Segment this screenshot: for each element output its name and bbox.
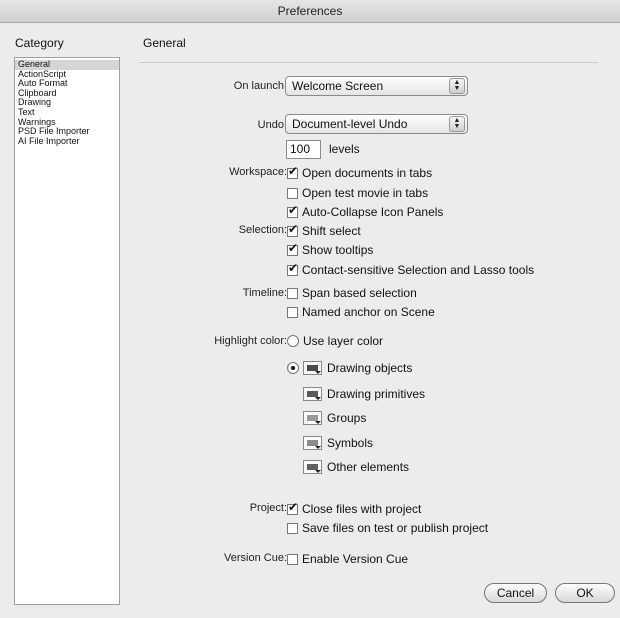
dropdown-arrow-icon — [315, 421, 321, 424]
checkbox-checked[interactable] — [287, 203, 298, 218]
project-label: Project: — [249, 502, 287, 514]
contact-sensitive-option[interactable]: Contact-sensitive Selection and Lasso to… — [287, 261, 535, 277]
undo-label: Undo: — [257, 119, 287, 131]
option-label: Open documents in tabs — [302, 166, 433, 180]
drawing-objects-option[interactable]: Drawing objects — [287, 361, 412, 375]
auto-collapse-icon-panels-option[interactable]: Auto-Collapse Icon Panels — [287, 203, 444, 219]
option-label: Save files on test or publish project — [302, 521, 489, 535]
option-label: Close files with project — [302, 502, 422, 516]
enable-version-cue-option[interactable]: Enable Version Cue — [287, 552, 408, 566]
use-layer-color-option[interactable]: Use layer color — [287, 334, 383, 348]
save-files-on-test-option[interactable]: Save files on test or publish project — [287, 521, 488, 535]
ok-button[interactable]: OK — [555, 583, 615, 603]
groups-option[interactable]: Groups — [303, 411, 366, 425]
on-launch-select[interactable]: Welcome Screen ▲ ▼ — [285, 76, 468, 96]
checkbox[interactable] — [287, 187, 298, 199]
checkbox-checked[interactable] — [287, 241, 298, 256]
option-label: Use layer color — [303, 334, 384, 348]
color-swatch-other-elements[interactable] — [303, 460, 322, 474]
shift-select-option[interactable]: Shift select — [287, 222, 361, 238]
category-item-ai-file-importer[interactable]: AI File Importer — [15, 136, 119, 147]
undo-levels-label: levels — [329, 142, 360, 156]
option-label: Shift select — [302, 224, 361, 238]
symbols-option[interactable]: Symbols — [303, 436, 373, 450]
up-down-arrows-icon: ▲ ▼ — [449, 78, 465, 94]
cancel-button[interactable]: Cancel — [484, 583, 547, 603]
option-label: Open test movie in tabs — [302, 186, 429, 200]
option-label: Symbols — [327, 436, 374, 450]
color-swatch-symbols[interactable] — [303, 436, 322, 450]
timeline-label: Timeline: — [242, 287, 287, 299]
open-test-movie-in-tabs-option[interactable]: Open test movie in tabs — [287, 186, 428, 200]
checkbox[interactable] — [287, 287, 298, 299]
color-swatch-drawing-objects[interactable] — [303, 361, 322, 375]
option-label: Enable Version Cue — [302, 552, 409, 566]
option-label: Drawing objects — [327, 361, 413, 375]
window-title: Preferences — [0, 0, 620, 23]
close-files-with-project-option[interactable]: Close files with project — [287, 500, 422, 516]
checkbox-checked[interactable] — [287, 500, 298, 515]
option-label: Span based selection — [302, 286, 417, 300]
workspace-label: Workspace: — [229, 166, 287, 178]
undo-select[interactable]: Document-level Undo ▲ ▼ — [285, 114, 468, 134]
section-heading: General — [143, 36, 186, 50]
drawing-primitives-option[interactable]: Drawing primitives — [303, 387, 425, 401]
named-anchor-on-scene-option[interactable]: Named anchor on Scene — [287, 305, 435, 319]
on-launch-value: Welcome Screen — [292, 79, 384, 93]
option-label: Drawing primitives — [327, 387, 426, 401]
option-label: Other elements — [327, 460, 410, 474]
highlight-color-label: Highlight color: — [214, 335, 287, 347]
open-documents-in-tabs-option[interactable]: Open documents in tabs — [287, 164, 433, 180]
option-label: Contact-sensitive Selection and Lasso to… — [302, 263, 535, 277]
color-swatch-groups[interactable] — [303, 411, 322, 425]
checkbox-checked[interactable] — [287, 164, 298, 179]
radio-button[interactable] — [287, 335, 299, 347]
other-elements-option[interactable]: Other elements — [303, 460, 409, 474]
checkbox[interactable] — [287, 553, 298, 565]
dropdown-arrow-icon — [315, 470, 321, 473]
option-label: Show tooltips — [302, 243, 374, 257]
checkbox[interactable] — [287, 522, 298, 534]
radio-button-selected[interactable] — [287, 362, 299, 374]
section-separator — [139, 62, 598, 63]
selection-label: Selection: — [238, 224, 287, 236]
version-cue-label: Version Cue: — [224, 552, 287, 564]
undo-value: Document-level Undo — [292, 117, 408, 131]
dropdown-arrow-icon — [315, 446, 321, 449]
checkbox-checked[interactable] — [287, 261, 298, 276]
option-label: Named anchor on Scene — [302, 305, 435, 319]
checkbox[interactable] — [287, 306, 298, 318]
option-label: Auto-Collapse Icon Panels — [302, 205, 444, 219]
color-swatch-drawing-primitives[interactable] — [303, 387, 322, 401]
dropdown-arrow-icon — [315, 397, 321, 400]
checkbox-checked[interactable] — [287, 222, 298, 237]
category-heading: Category — [15, 36, 64, 50]
show-tooltips-option[interactable]: Show tooltips — [287, 241, 374, 257]
option-label: Groups — [327, 411, 367, 425]
undo-levels-input[interactable]: 100 — [286, 140, 321, 159]
span-based-selection-option[interactable]: Span based selection — [287, 286, 417, 300]
up-down-arrows-icon: ▲ ▼ — [449, 116, 465, 132]
on-launch-label: On launch: — [233, 80, 287, 92]
dropdown-arrow-icon — [315, 371, 321, 374]
category-list[interactable]: General ActionScript Auto Format Clipboa… — [14, 57, 120, 605]
